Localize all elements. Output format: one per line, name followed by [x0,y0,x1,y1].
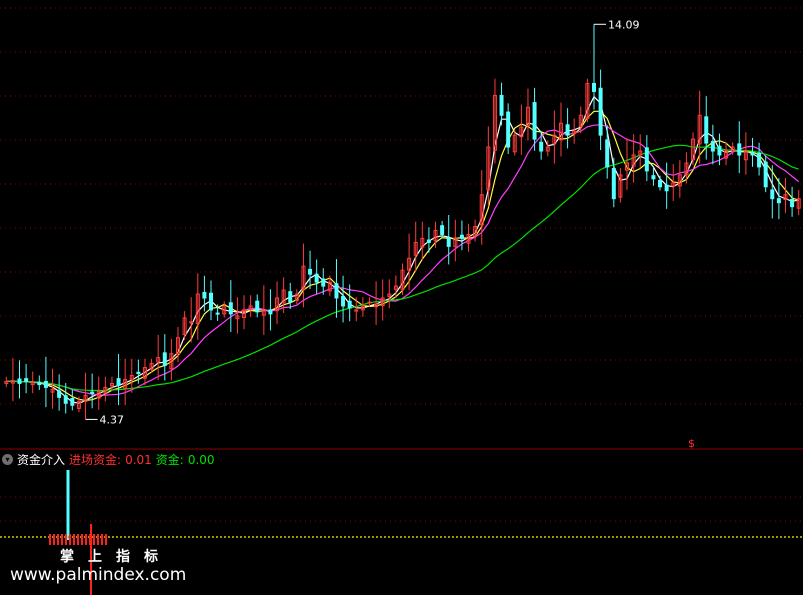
candle-body [757,152,762,168]
candle-body [776,198,781,204]
candle-body [288,291,293,303]
candle-body [426,239,431,243]
moving-average-line [6,95,799,404]
candle-body [334,283,339,299]
candle-body [255,300,260,313]
candle-body [737,143,742,156]
signal-mark: $ [688,437,695,450]
candle-body [565,124,570,136]
candle-body [506,111,511,148]
stock-chart: 14.09 4.37 $ [0,7,803,595]
low-price-label: 4.37 [100,413,125,426]
candle-body [63,395,68,404]
candle-body [499,94,504,116]
funds-label: 资金: [155,452,184,467]
candle-body [202,291,207,299]
funds-value: 0.00 [187,452,215,467]
indicator-header: ▾ 资金介入 进场资金: 0.01 资金: 0.00 [0,452,219,467]
candle-body [367,301,372,304]
price-annotations: 14.09 4.37 $ [85,18,695,450]
candle-body [539,141,544,152]
watermark-char: 掌 [60,549,74,565]
watermark-url: www.palmindex.com [10,565,187,585]
candle-body [605,139,610,168]
candle-body [704,116,709,144]
moving-average-line [6,110,799,402]
moving-average-lines [6,95,800,404]
candle-body [17,378,22,384]
candle-body [763,161,768,188]
watermark-char: 标 [144,549,158,565]
candle-body [57,390,62,398]
candle-body [611,167,616,200]
candle-body [770,189,775,200]
candle-body [43,380,48,388]
candle-body [209,292,214,311]
candle-body [321,278,326,287]
watermark-char: 上 [88,549,102,565]
watermark-char: 指 [116,549,130,565]
candle-body [598,87,603,136]
candle-body [228,302,233,315]
candle-body [215,312,220,315]
candle-body [664,184,669,192]
entry-funds-label: 进场资金: [69,452,122,467]
indicator-name[interactable]: 资金介入 [17,453,65,467]
candle-body [24,378,29,382]
candle-body [710,140,715,152]
candle-body [532,102,537,140]
candle-body [446,237,451,247]
candle-body [314,273,319,283]
candle-body [136,371,141,374]
candle-body [750,152,755,156]
candle-body [790,198,795,208]
candle-body [717,145,722,156]
candle-body [341,295,346,307]
high-price-label: 14.09 [608,18,640,31]
candle-body [116,378,121,386]
candle-body [37,381,42,386]
candle-body [644,147,649,172]
candle-body [70,398,75,406]
price-grid [0,7,803,522]
candle-body [591,82,596,92]
watermark-characters: 掌上指标 [60,550,172,564]
candle-body [162,352,167,367]
candle-body [440,225,445,235]
candle-body [658,179,663,188]
candle-body [90,391,95,394]
candle-body [459,234,464,239]
candle-body [189,321,194,324]
candle-body [651,175,656,180]
candle-body [308,268,313,275]
candle-body [268,309,273,315]
entry-funds-value: 0.01 [125,452,152,467]
candle-body [347,300,352,309]
collapse-icon[interactable]: ▾ [2,454,13,465]
